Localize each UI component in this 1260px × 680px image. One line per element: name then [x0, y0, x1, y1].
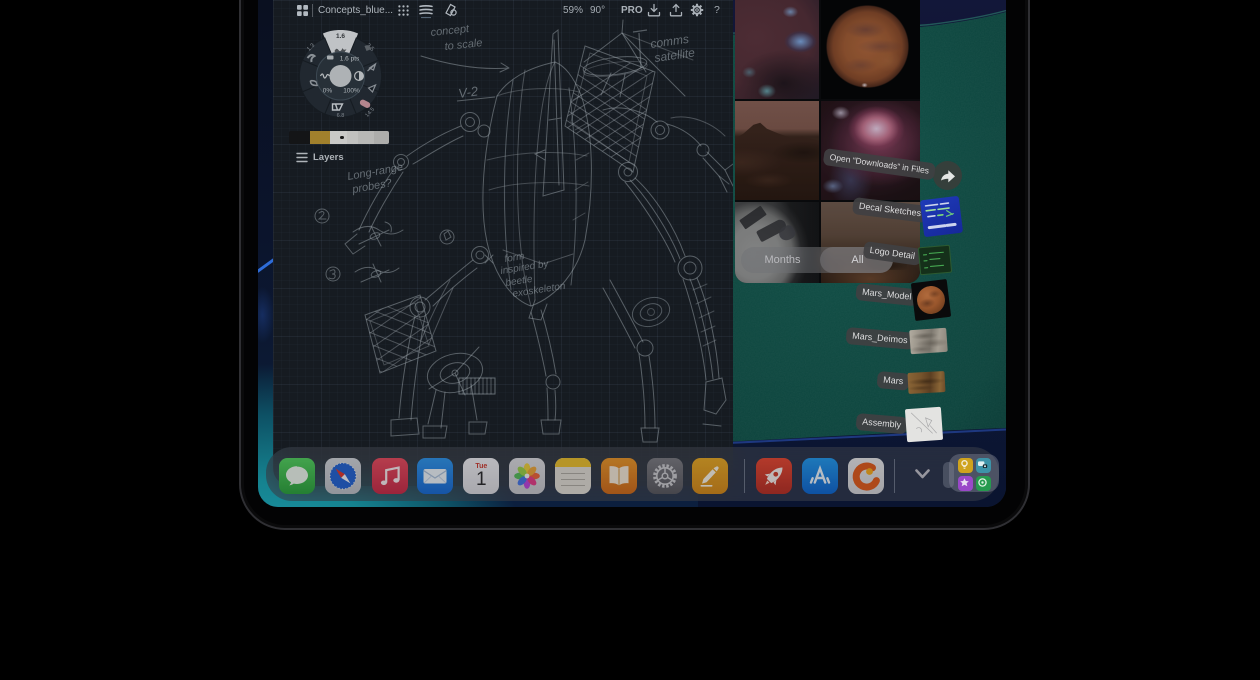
- svg-text:concept: concept: [430, 23, 471, 39]
- svg-text:1.6: 1.6: [336, 33, 345, 40]
- svg-text:0%: 0%: [323, 88, 333, 95]
- svg-text:100%: 100%: [343, 88, 360, 95]
- svg-text:6.8: 6.8: [337, 113, 345, 119]
- svg-text:V-2: V-2: [457, 83, 479, 101]
- svg-text:to scale: to scale: [444, 37, 483, 53]
- svg-text:1.6 pts: 1.6 pts: [340, 56, 360, 63]
